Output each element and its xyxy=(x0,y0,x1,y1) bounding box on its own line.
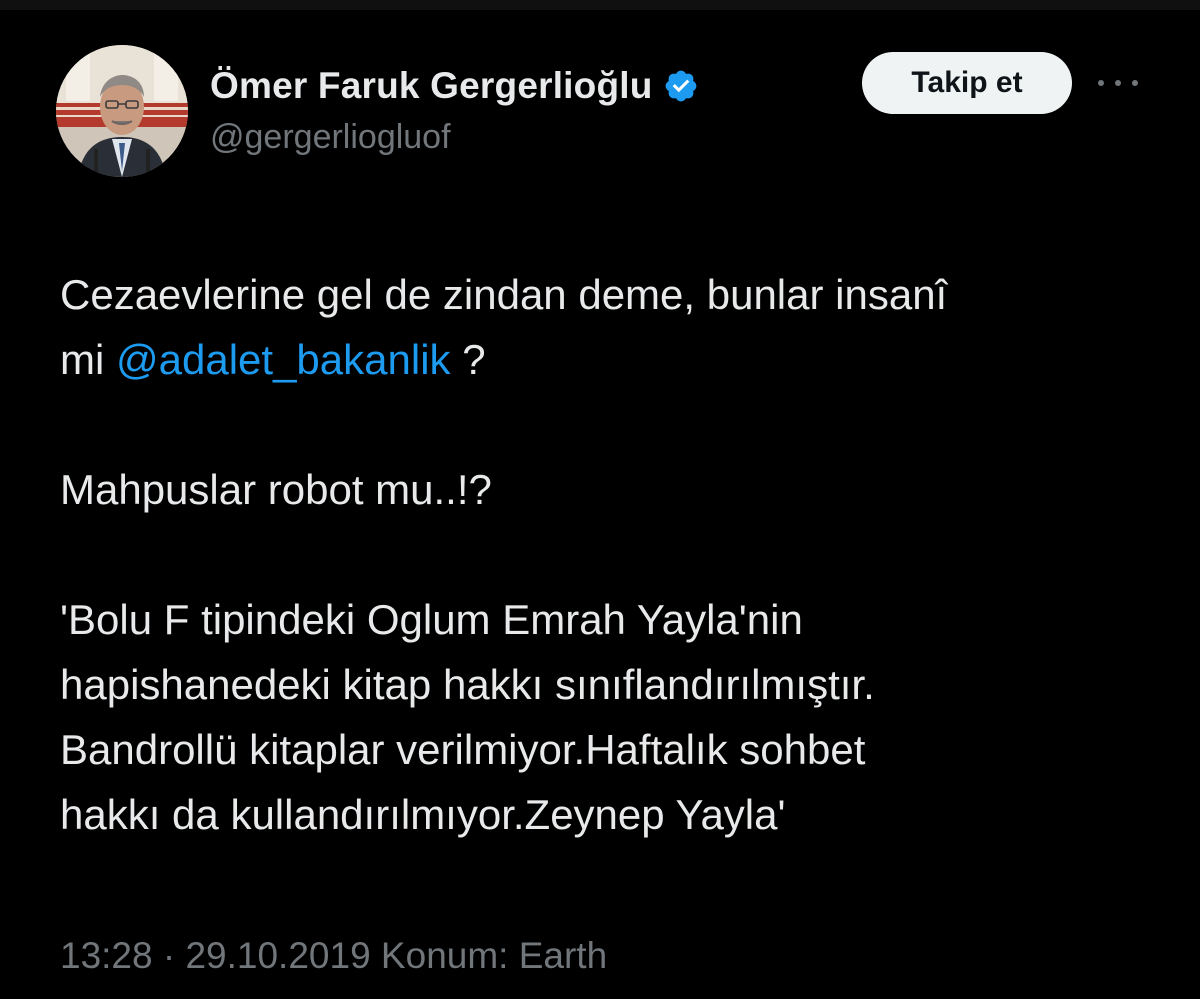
author-display-name[interactable]: Ömer Faruk Gergerlioğlu xyxy=(210,65,653,107)
author-name-row: Ömer Faruk Gergerlioğlu xyxy=(210,60,699,112)
tweet-timestamp-location[interactable]: 13:28 · 29.10.2019 Konum: Earth xyxy=(60,935,607,977)
tweet-line: Mahpuslar robot mu..!? xyxy=(60,466,492,513)
tweet-line: hakkı da kullandırılmıyor.Zeynep Yayla' xyxy=(60,791,786,838)
tweet-line: hapishanedeki kitap hakkı sınıflandırılm… xyxy=(60,661,875,708)
more-dot xyxy=(1132,80,1138,86)
more-options-icon[interactable] xyxy=(1098,68,1138,98)
verified-badge-icon xyxy=(663,68,699,104)
avatar-photo xyxy=(56,45,188,177)
tweet-text-fragment: mi xyxy=(60,336,116,383)
tweet-line: Cezaevlerine gel de zindan deme, bunlar … xyxy=(60,271,948,318)
tweet-line: 'Bolu F tipindeki Oglum Emrah Yayla'nin xyxy=(60,596,803,643)
more-dot xyxy=(1115,80,1121,86)
top-edge-strip xyxy=(0,0,1200,10)
tweet-line-with-mention: mi @adalet_bakanlik ? xyxy=(60,327,1140,392)
mention-link[interactable]: @adalet_bakanlik xyxy=(116,336,451,383)
tweet-text-fragment: ? xyxy=(450,336,486,383)
tweet-text: Cezaevlerine gel de zindan deme, bunlar … xyxy=(60,262,1140,847)
more-dot xyxy=(1098,80,1104,86)
author-handle[interactable]: @gergerliogluof xyxy=(210,118,451,157)
follow-button[interactable]: Takip et xyxy=(862,52,1072,114)
tweet-line: Bandrollü kitaplar verilmiyor.Haftalık s… xyxy=(60,726,866,773)
avatar[interactable] xyxy=(56,45,188,177)
